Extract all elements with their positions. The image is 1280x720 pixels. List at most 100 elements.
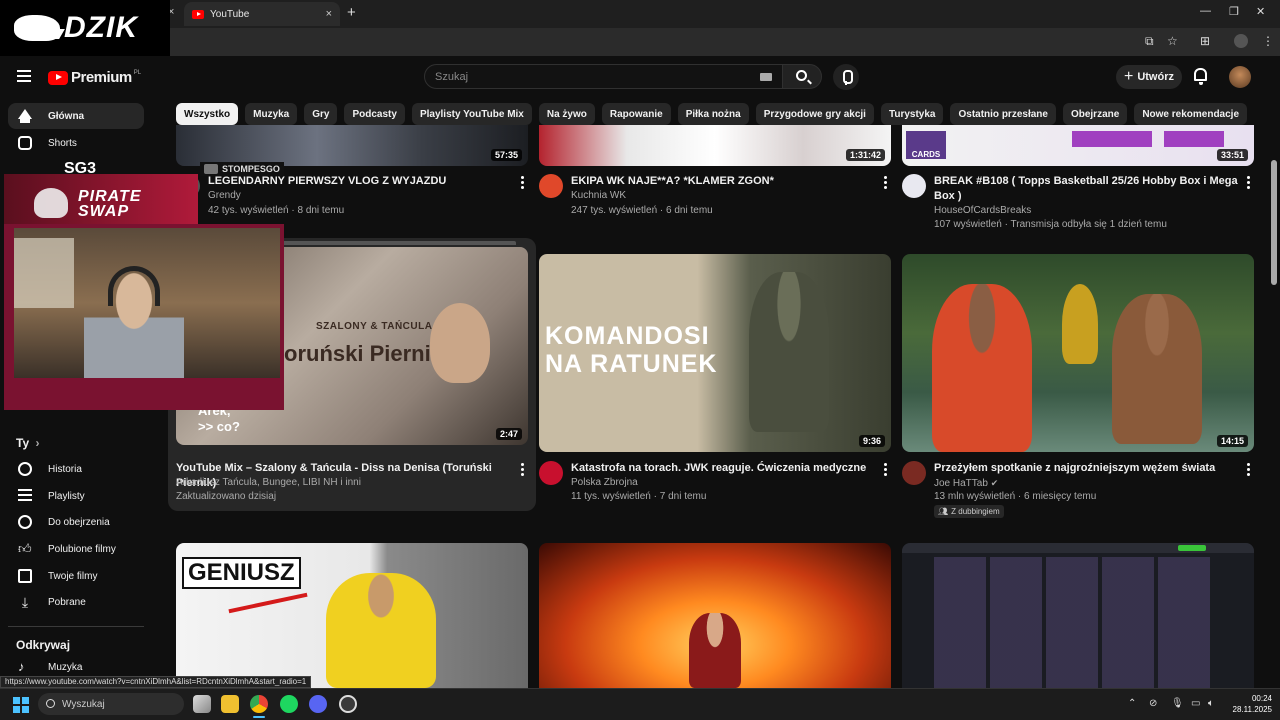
avatar[interactable] [1229, 66, 1251, 88]
channel-name[interactable]: Kuchnia WK [571, 189, 626, 203]
chip-playlisty-mix[interactable]: Playlisty YouTube Mix [411, 103, 532, 125]
chip-rapowanie[interactable]: Rapowanie [601, 103, 671, 125]
menu-icon[interactable] [17, 70, 31, 85]
channel-avatar[interactable] [539, 174, 563, 198]
youtube-premium-logo[interactable]: Premium PL [48, 69, 141, 86]
video-title[interactable]: LEGENDARNY PIERWSZY VLOG Z WYJAZDU [208, 174, 508, 189]
scrollbar-thumb[interactable] [1271, 160, 1277, 285]
dub-label: Z dubbingiem [951, 507, 1000, 516]
minimize-icon[interactable]: — [1200, 5, 1211, 17]
thumbnail-text: oruński Piernik [284, 341, 443, 366]
channel-name[interactable]: Arkadiusz Tańcula, Bungee, LIBI NH i inn… [176, 476, 361, 490]
channel-name[interactable]: Grendy [208, 189, 241, 203]
chip-muzyka[interactable]: Muzyka [245, 103, 298, 125]
windows-start-icon[interactable] [13, 697, 29, 713]
create-button[interactable]: + Utwórz [1116, 65, 1182, 89]
video-thumbnail[interactable]: 1:31:42 [539, 125, 891, 166]
chip-gry[interactable]: Gry [304, 103, 338, 125]
video-title[interactable]: Przeżyłem spotkanie z najgroźniejszym wę… [934, 461, 1239, 476]
chrome-icon[interactable] [250, 695, 268, 713]
chip-wszystko[interactable]: Wszystko [176, 103, 239, 125]
sidebar-item-home[interactable]: Główna [8, 103, 144, 129]
more-options-icon[interactable] [884, 463, 887, 478]
channel-name[interactable]: Joe HaTTab ✔ [934, 476, 998, 491]
channel-name[interactable]: HouseOfCardsBreaks [934, 204, 1031, 218]
search-button[interactable] [782, 64, 822, 89]
more-options-icon[interactable] [1247, 176, 1250, 191]
display-icon[interactable]: ▭ [1191, 698, 1200, 709]
sidebar-item-history[interactable]: Historia [8, 456, 144, 482]
system-clock[interactable]: 00:24 28.11.2025 [1228, 693, 1272, 715]
star-icon[interactable]: ☆ [1167, 34, 1178, 48]
chip-ostatnio-przeslane[interactable]: Ostatnio przesłane [950, 103, 1056, 125]
tab-close-icon[interactable]: × [326, 8, 332, 20]
video-thumbnail[interactable] [539, 543, 891, 688]
more-options-icon[interactable] [1247, 463, 1250, 478]
browser-tab-youtube[interactable]: YouTube × [184, 2, 340, 26]
video-thumbnail[interactable]: CARDS 33:51 [902, 125, 1254, 166]
sidebar-item-watch-later[interactable]: Do obejrzenia [8, 509, 144, 535]
stream-brand-overlay: DZIK [0, 0, 170, 56]
channel-avatar[interactable] [539, 461, 563, 485]
network-off-icon[interactable]: ⊘ [1149, 698, 1157, 709]
restore-icon[interactable]: ❐ [1229, 5, 1239, 18]
channel-avatar[interactable] [902, 461, 926, 485]
new-tab-button[interactable]: + [347, 4, 356, 21]
video-thumbnail[interactable]: KOMANDOSI NA RATUNEK 9:36 [539, 254, 891, 452]
sidebar-item-shorts[interactable]: Shorts [8, 130, 144, 156]
chip-na-zywo[interactable]: Na żywo [538, 103, 595, 125]
extensions-icon[interactable]: ⊞ [1200, 34, 1210, 48]
notifications-bell-icon[interactable] [1194, 68, 1207, 85]
search-input[interactable]: Szukaj [424, 64, 783, 89]
window-close-icon[interactable]: ✕ [1256, 5, 1265, 18]
volume-icon[interactable]: 🔈︎ [1208, 698, 1214, 709]
sidebar-item-your-videos[interactable]: Twoje filmy [8, 563, 144, 589]
video-title[interactable]: EKIPA WK NAJE**A? *KLAMER ZGON* [571, 174, 871, 189]
shorts-icon [18, 136, 32, 150]
install-icon[interactable]: ⧉ [1145, 34, 1154, 49]
more-options-icon[interactable] [521, 463, 524, 478]
keyboard-icon[interactable] [760, 73, 772, 81]
video-thumbnail[interactable]: GENIUSZ [176, 543, 528, 688]
category-chips: Wszystko Muzyka Gry Podcasty Playlisty Y… [176, 103, 1248, 125]
scrollbar[interactable] [1268, 56, 1280, 688]
chip-turystyka[interactable]: Turystyka [880, 103, 944, 125]
chip-gry-akcji[interactable]: Przygodowe gry akcji [755, 103, 874, 125]
more-options-icon[interactable] [884, 176, 887, 191]
sponsor-text: PIRATE SWAP [78, 188, 142, 220]
address-bar[interactable] [0, 28, 1280, 56]
thumbnail-arrow [228, 592, 308, 614]
video-title[interactable]: BREAK #B108 ( Topps Basketball 25/26 Hob… [934, 174, 1239, 204]
channel-name[interactable]: Polska Zbrojna [571, 476, 638, 490]
chip-podcasty[interactable]: Podcasty [344, 103, 405, 125]
discord-icon[interactable] [309, 695, 327, 713]
channel-avatar[interactable] [902, 174, 926, 198]
sidebar-item-liked[interactable]: 👍︎ Polubione filmy [8, 536, 144, 562]
browser-profile-icon[interactable] [1234, 34, 1248, 48]
chip-pilka-nozna[interactable]: Piłka nożna [677, 103, 749, 125]
video-thumbnail[interactable] [902, 543, 1254, 688]
chip-obejrzane[interactable]: Obejrzane [1062, 103, 1128, 125]
video-thumbnail[interactable]: 57:35 [176, 125, 528, 166]
taskbar-search[interactable]: Wyszukaj [38, 693, 184, 715]
create-label: Utwórz [1137, 71, 1174, 83]
search-placeholder: Szukaj [435, 70, 469, 83]
chip-nowe-rekomendacje[interactable]: Nowe rekomendacje [1134, 103, 1248, 125]
sponsor-line: PIRATE [78, 188, 142, 205]
sidebar-item-playlists[interactable]: Playlisty [8, 483, 144, 509]
status-url: https://www.youtube.com/watch?v=cntnXiDl… [0, 676, 312, 688]
browser-menu-icon[interactable]: ⋮ [1262, 34, 1274, 48]
voice-search-button[interactable] [833, 64, 859, 90]
file-explorer-icon[interactable] [221, 695, 239, 713]
video-thumbnail[interactable]: 14:15 [902, 254, 1254, 452]
task-view-icon[interactable] [193, 695, 211, 713]
spotify-icon[interactable] [280, 695, 298, 713]
sidebar-item-downloads[interactable]: ⤓ Pobrane [8, 589, 144, 615]
video-title[interactable]: Katastrofa na torach. JWK reaguje. Ćwicz… [571, 461, 871, 476]
steam-icon[interactable] [339, 695, 357, 713]
microphone-icon[interactable]: 🎙︎ [1171, 698, 1184, 709]
more-options-icon[interactable] [521, 176, 524, 191]
tray-chevron-icon[interactable]: ⌃ [1128, 698, 1136, 709]
sidebar-heading-you[interactable]: Ty › [16, 436, 39, 450]
dub-icon: 👥︎ [938, 507, 949, 516]
